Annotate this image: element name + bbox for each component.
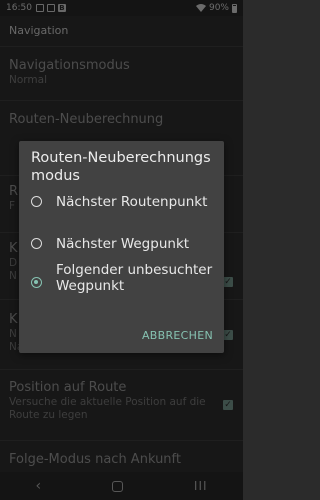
option-label: Folgender unbesuchter Wegpunkt [56, 262, 213, 294]
option-next-waypoint[interactable]: Nächster Wegpunkt [31, 236, 219, 252]
option-next-route-point[interactable]: Nächster Routenpunkt [31, 194, 219, 210]
radio-button[interactable] [31, 238, 42, 249]
dialog-title: Routen-Neuberechnungs modus [31, 150, 211, 184]
cancel-button[interactable]: ABBRECHEN [142, 329, 213, 342]
option-next-unvisited-waypoint[interactable]: Folgender unbesuchter Wegpunkt [31, 262, 219, 294]
option-label: Nächster Wegpunkt [56, 236, 190, 252]
route-recalculation-dialog: Routen-Neuberechnungs modus Nächster Rou… [19, 141, 224, 353]
option-label: Nächster Routenpunkt [56, 194, 208, 210]
radio-button-selected[interactable] [31, 277, 42, 288]
radio-button[interactable] [31, 196, 42, 207]
